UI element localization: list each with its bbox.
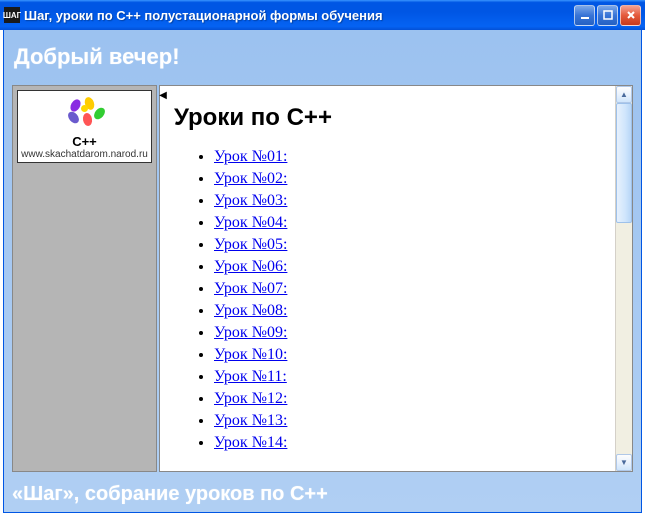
footer-text: «Шаг», собрание уроков по C++ <box>12 483 328 506</box>
sidebar-card-label: C++ <box>18 134 151 149</box>
list-item: Урок №11: <box>214 368 601 386</box>
lesson-link[interactable]: Урок №10: <box>214 346 287 363</box>
list-item: Урок №03: <box>214 192 601 210</box>
lesson-link[interactable]: Урок №02: <box>214 170 287 187</box>
sidebar-card-url: www.skachatdarom.narod.ru <box>18 149 151 160</box>
content-panel: Уроки по С++ Урок №01: Урок №02: Урок №03:… <box>159 85 633 472</box>
list-item: Урок №13: <box>214 412 601 430</box>
list-item: Урок №07: <box>214 280 601 298</box>
scroll-down-button[interactable]: ▼ <box>616 454 632 471</box>
vertical-scrollbar[interactable]: ▲ ▼ <box>615 86 632 471</box>
titlebar[interactable]: ШАГ Шаг, уроки по C++ полустационарной ф… <box>0 0 645 30</box>
main-row: ◀ C++ www.skachatdarom.narod.ru Уроки по… <box>12 85 633 472</box>
lesson-link[interactable]: Урок №01: <box>214 148 287 165</box>
scrollbar-track[interactable] <box>616 103 632 454</box>
content-frame: Уроки по С++ Урок №01: Урок №02: Урок №03:… <box>160 86 615 471</box>
minimize-button[interactable] <box>574 5 595 26</box>
cpp-logo-icon <box>63 97 107 127</box>
list-item: Урок №05: <box>214 236 601 254</box>
list-item: Урок №09: <box>214 324 601 342</box>
list-item: Урок №06: <box>214 258 601 276</box>
lesson-list: Урок №01: Урок №02: Урок №03: Урок №04: Урок… <box>214 148 601 452</box>
page-title: Уроки по С++ <box>174 104 601 132</box>
lesson-link[interactable]: Урок №12: <box>214 390 287 407</box>
lesson-link[interactable]: Урок №07: <box>214 280 287 297</box>
list-item: Урок №14: <box>214 434 601 452</box>
collapse-toggle-icon[interactable]: ◀ <box>158 88 168 102</box>
list-item: Урок №04: <box>214 214 601 232</box>
lesson-link[interactable]: Урок №03: <box>214 192 287 209</box>
list-item: Урок №12: <box>214 390 601 408</box>
lesson-link[interactable]: Урок №11: <box>214 368 287 385</box>
maximize-button[interactable] <box>597 5 618 26</box>
sidebar-card-cpp[interactable]: C++ www.skachatdarom.narod.ru <box>17 90 152 163</box>
lesson-link[interactable]: Урок №13: <box>214 412 287 429</box>
scrollbar-thumb[interactable] <box>616 103 632 223</box>
list-item: Урок №10: <box>214 346 601 364</box>
close-button[interactable] <box>620 5 641 26</box>
lesson-link[interactable]: Урок №09: <box>214 324 287 341</box>
app-icon: ШАГ <box>4 7 20 23</box>
sidebar: ◀ C++ www.skachatdarom.narod.ru <box>12 85 157 472</box>
lesson-link[interactable]: Урок №06: <box>214 258 287 275</box>
lesson-link[interactable]: Урок №08: <box>214 302 287 319</box>
lesson-link[interactable]: Урок №04: <box>214 214 287 231</box>
window-controls <box>574 5 641 26</box>
lesson-link[interactable]: Урок №05: <box>214 236 287 253</box>
app-window: ШАГ Шаг, уроки по C++ полустационарной ф… <box>0 0 645 516</box>
client-area: Добрый вечер! ◀ C++ www.skachatdarom.nar… <box>3 30 642 513</box>
list-item: Урок №01: <box>214 148 601 166</box>
list-item: Урок №02: <box>214 170 601 188</box>
window-title: Шаг, уроки по C++ полустационарной формы… <box>24 8 574 23</box>
lesson-link[interactable]: Урок №14: <box>214 434 287 451</box>
greeting-text: Добрый вечер! <box>4 30 641 80</box>
list-item: Урок №08: <box>214 302 601 320</box>
scroll-up-button[interactable]: ▲ <box>616 86 632 103</box>
